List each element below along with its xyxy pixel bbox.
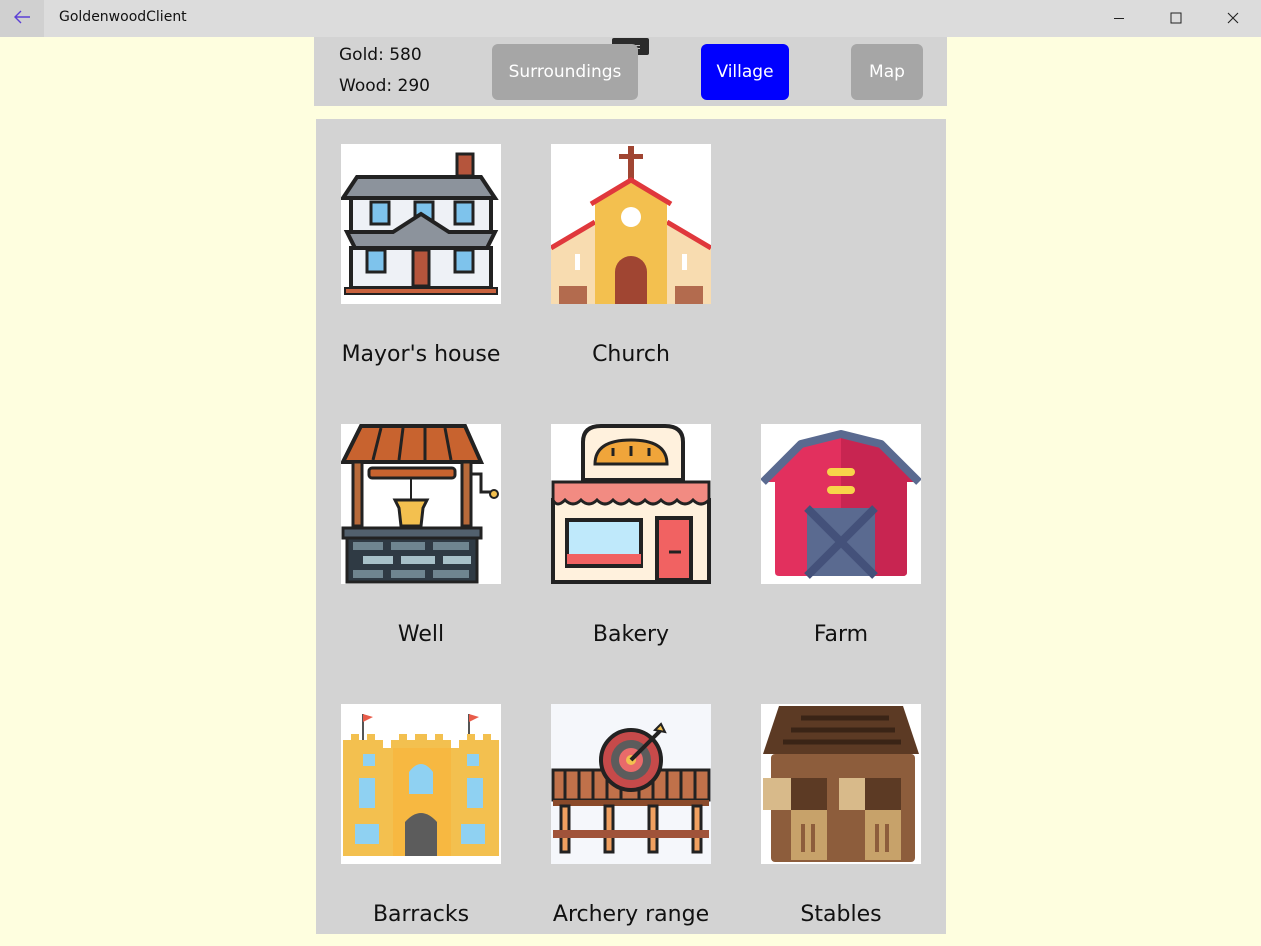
building-tile-bakery[interactable] bbox=[551, 424, 711, 584]
back-button[interactable] bbox=[0, 0, 44, 37]
surroundings-button[interactable]: Surroundings bbox=[492, 44, 638, 100]
building-label-archery-range: Archery range bbox=[552, 902, 710, 927]
bakery-icon bbox=[551, 424, 711, 584]
maximize-button[interactable] bbox=[1153, 0, 1199, 37]
wood-label: Wood: bbox=[339, 76, 393, 96]
building-label-bakery: Bakery bbox=[592, 622, 670, 647]
gold-counter: Gold: 580 bbox=[339, 45, 422, 65]
gold-value: 580 bbox=[389, 45, 422, 65]
farm-icon bbox=[761, 424, 921, 584]
minimize-icon bbox=[1113, 9, 1125, 28]
building-tile-church[interactable] bbox=[551, 144, 711, 304]
building-label-well: Well bbox=[397, 622, 445, 647]
building-label-barracks: Barracks bbox=[372, 902, 470, 927]
barracks-icon bbox=[341, 704, 501, 864]
close-icon bbox=[1227, 9, 1239, 28]
building-label-church: Church bbox=[592, 342, 670, 367]
building-label-stables: Stables bbox=[800, 902, 882, 927]
archery-range-icon bbox=[551, 704, 711, 864]
top-bar: Gold: 580 Wood: 290 Surroundings Village… bbox=[314, 37, 947, 106]
minimize-button[interactable] bbox=[1096, 0, 1142, 37]
maximize-icon bbox=[1170, 9, 1182, 28]
wood-counter: Wood: 290 bbox=[339, 76, 430, 96]
mayors-house-icon bbox=[341, 144, 501, 304]
close-button[interactable] bbox=[1210, 0, 1256, 37]
title-bar: GoldenwoodClient bbox=[0, 0, 1261, 37]
building-tile-archery-range[interactable] bbox=[551, 704, 711, 864]
gold-label: Gold: bbox=[339, 45, 384, 65]
building-tile-mayors-house[interactable] bbox=[341, 144, 501, 304]
building-label-mayors-house: Mayor's house bbox=[341, 342, 501, 367]
stables-icon bbox=[761, 704, 921, 864]
building-tile-farm[interactable] bbox=[761, 424, 921, 584]
map-button[interactable]: Map bbox=[851, 44, 923, 100]
building-tile-well[interactable] bbox=[341, 424, 501, 584]
village-button[interactable]: Village bbox=[701, 44, 789, 100]
app-title: GoldenwoodClient bbox=[59, 9, 187, 25]
well-icon bbox=[341, 424, 501, 584]
building-label-farm: Farm bbox=[813, 622, 869, 647]
building-tile-stables[interactable] bbox=[761, 704, 921, 864]
wood-value: 290 bbox=[397, 76, 430, 96]
church-icon bbox=[551, 144, 711, 304]
back-arrow-icon bbox=[13, 9, 31, 28]
buildings-panel: Mayor's house Church Well Bakery Farm Ba… bbox=[316, 119, 946, 934]
building-tile-barracks[interactable] bbox=[341, 704, 501, 864]
